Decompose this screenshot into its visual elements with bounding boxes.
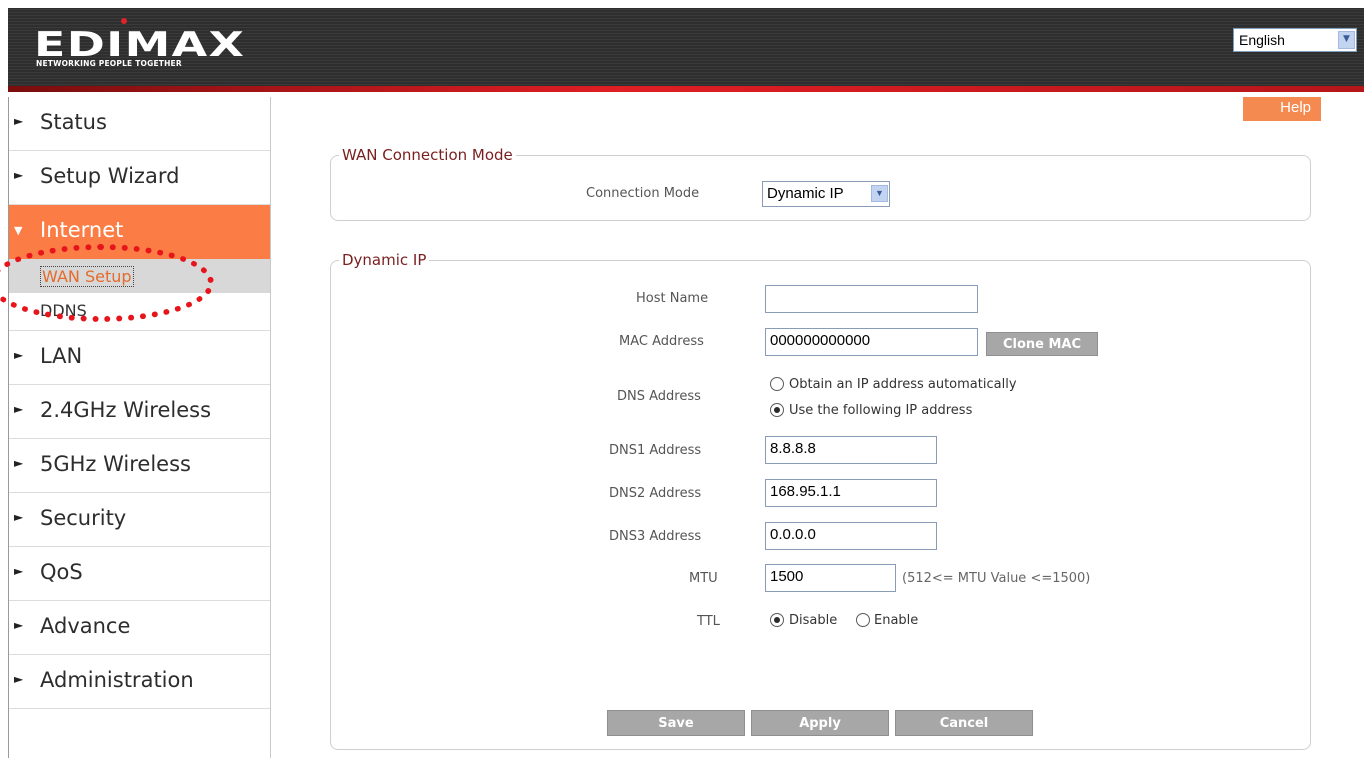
sidebar-subitem-wan-setup[interactable]: WAN Setup <box>8 259 270 293</box>
logo-dot <box>121 18 127 24</box>
ttl-enable-radio[interactable] <box>856 613 870 627</box>
edimax-logo: EDIMAX NETWORKING PEOPLE TOGETHER <box>34 18 244 68</box>
sidebar-item-label: QoS <box>40 560 83 584</box>
sidebar-item-label: Advance <box>40 614 131 638</box>
sidebar-item-24ghz-wireless[interactable]: ► 2.4GHz Wireless <box>8 385 270 439</box>
triangle-right-icon: ► <box>14 402 24 416</box>
sidebar-item-label: LAN <box>40 344 83 368</box>
language-select[interactable]: English ▼ <box>1233 28 1357 52</box>
help-button[interactable]: Help <box>1243 97 1321 121</box>
dns1-address-label: DNS1 Address <box>609 443 702 458</box>
host-name-label: Host Name <box>636 291 709 306</box>
sidebar-item-qos[interactable]: ► QoS <box>8 547 270 601</box>
sidebar-item-advance[interactable]: ► Advance <box>8 601 270 655</box>
mac-address-input[interactable]: 000000000000 <box>765 328 978 356</box>
ttl-enable-label: Enable <box>874 613 919 628</box>
sidebar-item-lan[interactable]: ► LAN <box>8 331 270 385</box>
sidebar-subitem-ddns[interactable]: DDNS <box>8 293 270 331</box>
triangle-right-icon: ► <box>14 348 24 362</box>
sidebar-item-label: Administration <box>40 668 194 692</box>
triangle-right-icon: ► <box>14 564 24 578</box>
dns-manual-label: Use the following IP address <box>789 403 973 418</box>
header-stripe <box>8 86 1364 92</box>
sidebar-item-label: 5GHz Wireless <box>40 452 191 476</box>
ttl-disable-label: Disable <box>789 613 838 628</box>
ttl-label: TTL <box>697 614 720 629</box>
apply-button[interactable]: Apply <box>751 710 889 736</box>
dns3-address-input[interactable]: 0.0.0.0 <box>765 522 937 550</box>
sidebar: ► Status ► Setup Wizard ▼ Internet WAN S… <box>8 97 271 758</box>
sidebar-item-5ghz-wireless[interactable]: ► 5GHz Wireless <box>8 439 270 493</box>
mac-address-label: MAC Address <box>619 334 704 349</box>
triangle-right-icon: ► <box>14 510 24 524</box>
dns-auto-radio[interactable] <box>770 377 784 391</box>
triangle-right-icon: ► <box>14 618 24 632</box>
dns-manual-radio[interactable] <box>770 403 784 417</box>
panel-title: WAN Connection Mode <box>339 146 516 164</box>
chevron-down-icon[interactable]: ▼ <box>871 185 888 202</box>
sidebar-item-label: Status <box>40 110 107 134</box>
host-name-input[interactable] <box>765 285 978 313</box>
connection-mode-label: Connection Mode <box>586 186 700 201</box>
connection-mode-value: Dynamic IP <box>767 185 844 202</box>
save-button[interactable]: Save <box>607 710 745 736</box>
sidebar-item-setup-wizard[interactable]: ► Setup Wizard <box>8 151 270 205</box>
sidebar-item-security[interactable]: ► Security <box>8 493 270 547</box>
dns-auto-label: Obtain an IP address automatically <box>789 377 1017 392</box>
dns1-address-input[interactable]: 8.8.8.8 <box>765 436 937 464</box>
cancel-button[interactable]: Cancel <box>895 710 1033 736</box>
mtu-input[interactable]: 1500 <box>765 564 896 592</box>
dns3-address-label: DNS3 Address <box>609 529 702 544</box>
triangle-right-icon: ► <box>14 114 24 128</box>
triangle-down-icon: ▼ <box>14 224 23 237</box>
sidebar-item-label: Security <box>40 506 127 530</box>
sidebar-item-administration[interactable]: ► Administration <box>8 655 270 709</box>
logo-text: EDIMAX <box>34 25 246 65</box>
sidebar-item-label: Setup Wizard <box>40 164 180 188</box>
sidebar-item-internet[interactable]: ▼ Internet <box>8 205 270 259</box>
sidebar-item-status[interactable]: ► Status <box>8 97 270 151</box>
triangle-right-icon: ► <box>14 168 24 182</box>
triangle-right-icon: ► <box>14 456 24 470</box>
clone-mac-button[interactable]: Clone MAC <box>986 332 1098 356</box>
mtu-label: MTU <box>689 571 718 586</box>
sidebar-border <box>8 97 9 758</box>
ttl-disable-radio[interactable] <box>770 613 784 627</box>
sidebar-subitem-label: WAN Setup <box>40 266 134 287</box>
mtu-hint: (512<= MTU Value <=1500) <box>902 571 1091 586</box>
connection-mode-select[interactable]: Dynamic IP ▼ <box>762 181 890 207</box>
dns2-address-label: DNS2 Address <box>609 486 702 501</box>
logo-tagline: NETWORKING PEOPLE TOGETHER <box>36 59 182 68</box>
dns2-address-input[interactable]: 168.95.1.1 <box>765 479 937 507</box>
chevron-down-icon[interactable]: ▼ <box>1338 31 1355 49</box>
sidebar-subitem-label: DDNS <box>40 301 87 320</box>
sidebar-item-label: Internet <box>40 218 124 242</box>
dns-address-label: DNS Address <box>617 389 701 404</box>
sidebar-item-label: 2.4GHz Wireless <box>40 398 212 422</box>
triangle-right-icon: ► <box>14 672 24 686</box>
language-value: English <box>1239 32 1285 48</box>
panel-title: Dynamic IP <box>339 251 430 269</box>
